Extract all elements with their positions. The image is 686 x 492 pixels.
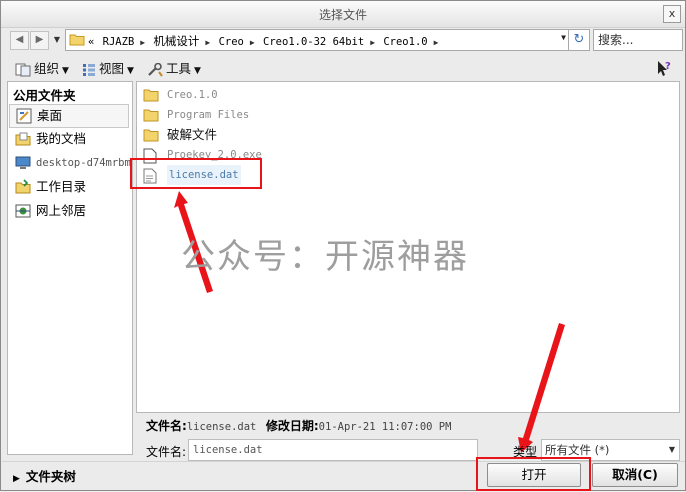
expand-arrow-icon: ▶ [13, 474, 20, 484]
filename-label: 文件名: [146, 445, 187, 459]
folder-tree-label: 文件夹树 [25, 469, 76, 484]
arrow-down-icon [518, 323, 565, 453]
filetype-value: 所有文件 (*) [545, 443, 610, 457]
cancel-button[interactable]: 取消(C) [592, 463, 678, 487]
watermark-text: 公众号：开源神器 [181, 237, 469, 277]
file-dialog: 选择文件 x ◀ ▶ ▼ « RJAZB ▶ 机械设计 ▶ Creo ▶ Creo1.… [0, 0, 686, 491]
detail-modified-label: 修改日期: [265, 419, 319, 433]
folder-tree-toggle[interactable]: ▶ 文件夹树 [13, 466, 76, 485]
detail-name-value: license.dat [186, 421, 257, 433]
detail-name-label: 文件名: [146, 419, 187, 433]
file-details: 文件名:license.dat 修改日期:01-Apr-21 11:07:00 … [146, 417, 451, 434]
annotation-highlight-box [476, 457, 591, 491]
chevron-down-icon: ▼ [668, 445, 675, 454]
detail-modified-value: 01-Apr-21 11:07:00 PM [318, 421, 452, 433]
filename-input[interactable]: license.dat [188, 439, 478, 461]
